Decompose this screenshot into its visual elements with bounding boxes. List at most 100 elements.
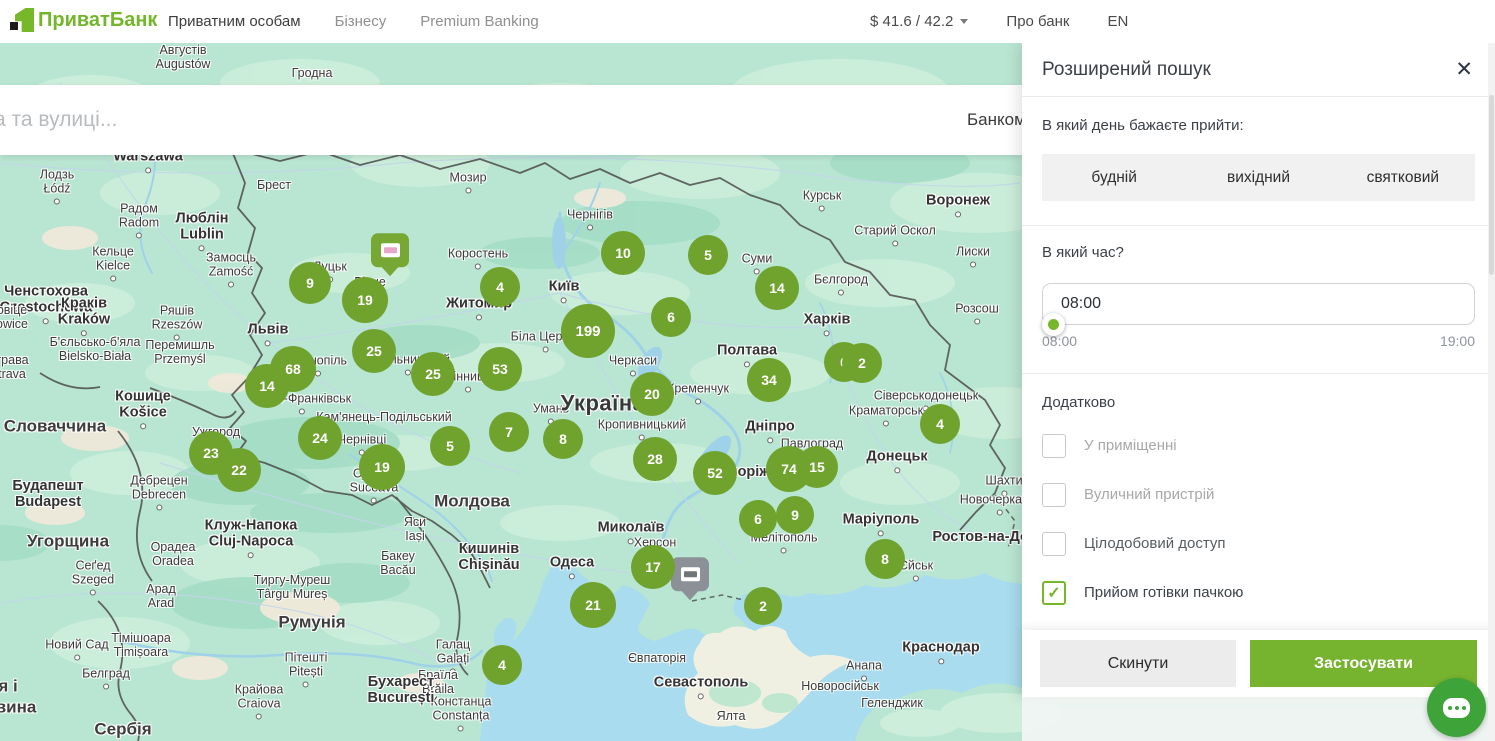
map-city-label: Кропивницький [598,418,687,441]
chat-button[interactable] [1427,678,1486,737]
checkbox-street-device[interactable]: Вуличний пристрій [1042,482,1475,507]
map-cluster-marker[interactable]: 34 [747,358,791,402]
checkbox-indoors[interactable]: У приміщенні [1042,433,1475,458]
map-city-label: БудапештBudapest [12,478,83,510]
header-right: $ 41.6 / 42.2 Про банк EN [870,0,1128,43]
advanced-search-panel: Розширений пошук ✕ В який день бажаєте п… [1022,43,1495,697]
map-cluster-marker[interactable]: 19 [359,444,405,490]
map-cluster-marker[interactable]: 20 [630,372,674,416]
time-slider-handle[interactable] [1042,313,1065,336]
reset-button[interactable]: Скинути [1040,640,1236,687]
scrollbar-thumb[interactable] [1489,95,1494,275]
chevron-down-icon [960,19,968,24]
time-value: 08:00 [1061,295,1101,313]
map-cluster-marker[interactable]: 4 [482,645,522,685]
day-option-holiday[interactable]: святковий [1331,154,1475,201]
scrollbar[interactable] [1488,43,1495,741]
checkbox-icon[interactable] [1042,483,1066,507]
map-cluster-marker[interactable]: 8 [865,539,905,579]
privatbank-logo-icon [10,8,34,32]
nav-language-en[interactable]: EN [1107,13,1128,30]
map-city-label: Молдова [434,491,510,510]
map-city-label: Чернігів [567,208,613,231]
map-cluster-marker[interactable]: 17 [631,545,675,589]
map-city-label: Розсош [955,302,999,325]
close-icon[interactable]: ✕ [1455,59,1473,80]
map-city-label: РадомRadom [119,202,159,239]
extra-label: Додатково [1042,394,1475,411]
map-cluster-marker[interactable]: 25 [352,329,396,373]
checkbox-icon[interactable] [1042,434,1066,458]
map-cluster-marker[interactable]: 25 [411,352,455,396]
map-city-label: Лиски [956,245,990,268]
nav-about-bank[interactable]: Про банк [1006,13,1069,30]
checkbox-icon[interactable] [1042,532,1066,556]
map-cluster-marker[interactable]: 53 [478,347,522,391]
map-cluster-marker[interactable]: 7 [489,412,529,452]
atm-pin-gray[interactable] [671,557,709,591]
map-city-label: Ялта [717,709,746,723]
day-question: В який день бажаєте прийти: [1042,117,1475,134]
map-cluster-marker[interactable]: 8 [543,419,583,459]
map-cluster-marker[interactable]: 15 [796,446,838,488]
header: ПриватБанк Приватним особам Бізнесу Premiu… [0,0,1495,43]
map-cluster-marker[interactable]: 199 [561,304,615,358]
map-cluster-marker[interactable]: 24 [298,416,342,460]
atm-pin-green[interactable] [371,233,409,267]
time-max-label: 19:00 [1440,333,1475,349]
map-cluster-marker[interactable]: 6 [651,297,691,337]
map-cluster-marker[interactable]: 2 [842,343,882,383]
map-cluster-marker[interactable]: 22 [217,448,261,492]
map-cluster-marker[interactable]: 4 [920,404,960,444]
brand-logo[interactable]: ПриватБанк [10,8,157,32]
map-city-label: КрайоваCraiova [235,683,284,720]
day-option-weekday[interactable]: будній [1042,154,1186,201]
map-city-label: Євпаторія [628,651,686,665]
map-city-label: КошицеKošice [115,388,171,429]
map-cluster-marker[interactable]: 68 [270,346,316,392]
checkbox-24h-access[interactable]: Цілодобовий доступ [1042,531,1475,556]
map-cluster-marker[interactable]: 4 [480,267,520,307]
map-cluster-marker[interactable]: 19 [342,277,388,323]
map-cluster-marker[interactable]: 5 [688,235,728,275]
brand-name: ПриватБанк [38,9,157,32]
map-cluster-marker[interactable]: 9 [289,262,331,304]
map-cluster-marker[interactable]: 52 [693,451,737,495]
chat-bubble-icon [1443,698,1470,718]
map-city-label: Курськ [803,189,842,212]
map-city-label: Київ [549,278,580,303]
map-city-label: Сербія [94,719,151,738]
day-option-weekend[interactable]: вихідний [1186,154,1330,201]
tab-atms[interactable]: Банкомати [955,110,1022,130]
map-city-label: ОрадеаOradea [151,540,196,568]
checkbox-list: У приміщенні Вуличний пристрій Цілодобовий… [1042,433,1475,605]
map-city-label: ПітештіPitești [285,651,328,688]
map-city-label: СеґедSzeged [72,559,114,596]
nav-premium-banking[interactable]: Premium Banking [420,13,538,30]
map-cluster-marker[interactable]: 5 [430,426,470,466]
nav-business[interactable]: Бізнесу [335,13,387,30]
checkbox-label: Вуличний пристрій [1084,486,1214,503]
map-city-label: Бєлгород [814,273,868,296]
day-options: буднійвихіднийсвятковий [1042,154,1475,201]
checkbox-icon[interactable]: ✓ [1042,581,1066,605]
map-city-label: траваtrava [0,353,29,381]
map-cluster-marker[interactable]: 21 [570,582,616,628]
map-cluster-marker[interactable]: 14 [755,266,799,310]
map-cluster-marker[interactable]: 10 [601,231,645,275]
map-city-label: Белград [82,667,130,690]
map-city-label: Новоросійськ [801,679,879,693]
time-input[interactable]: 08:00 [1042,283,1475,325]
exchange-rate-dropdown[interactable]: $ 41.6 / 42.2 [870,13,968,30]
search-input[interactable] [0,90,949,150]
checkbox-cash-bundle[interactable]: ✓Прийом готівки пачкою [1042,580,1475,605]
map-cluster-marker[interactable]: 2 [744,587,782,625]
main-nav: Приватним особам Бізнесу Premium Banking [168,0,539,43]
map-city-label: Мозир [449,171,486,194]
map-cluster-marker[interactable]: 28 [633,437,677,481]
map-city-label: Новий Сад [45,638,108,661]
map-cluster-marker[interactable]: 9 [776,496,814,534]
map-city-label: Одеса [550,554,594,579]
map-cluster-marker[interactable]: 6 [739,500,777,538]
nav-private-persons[interactable]: Приватним особам [168,13,301,30]
